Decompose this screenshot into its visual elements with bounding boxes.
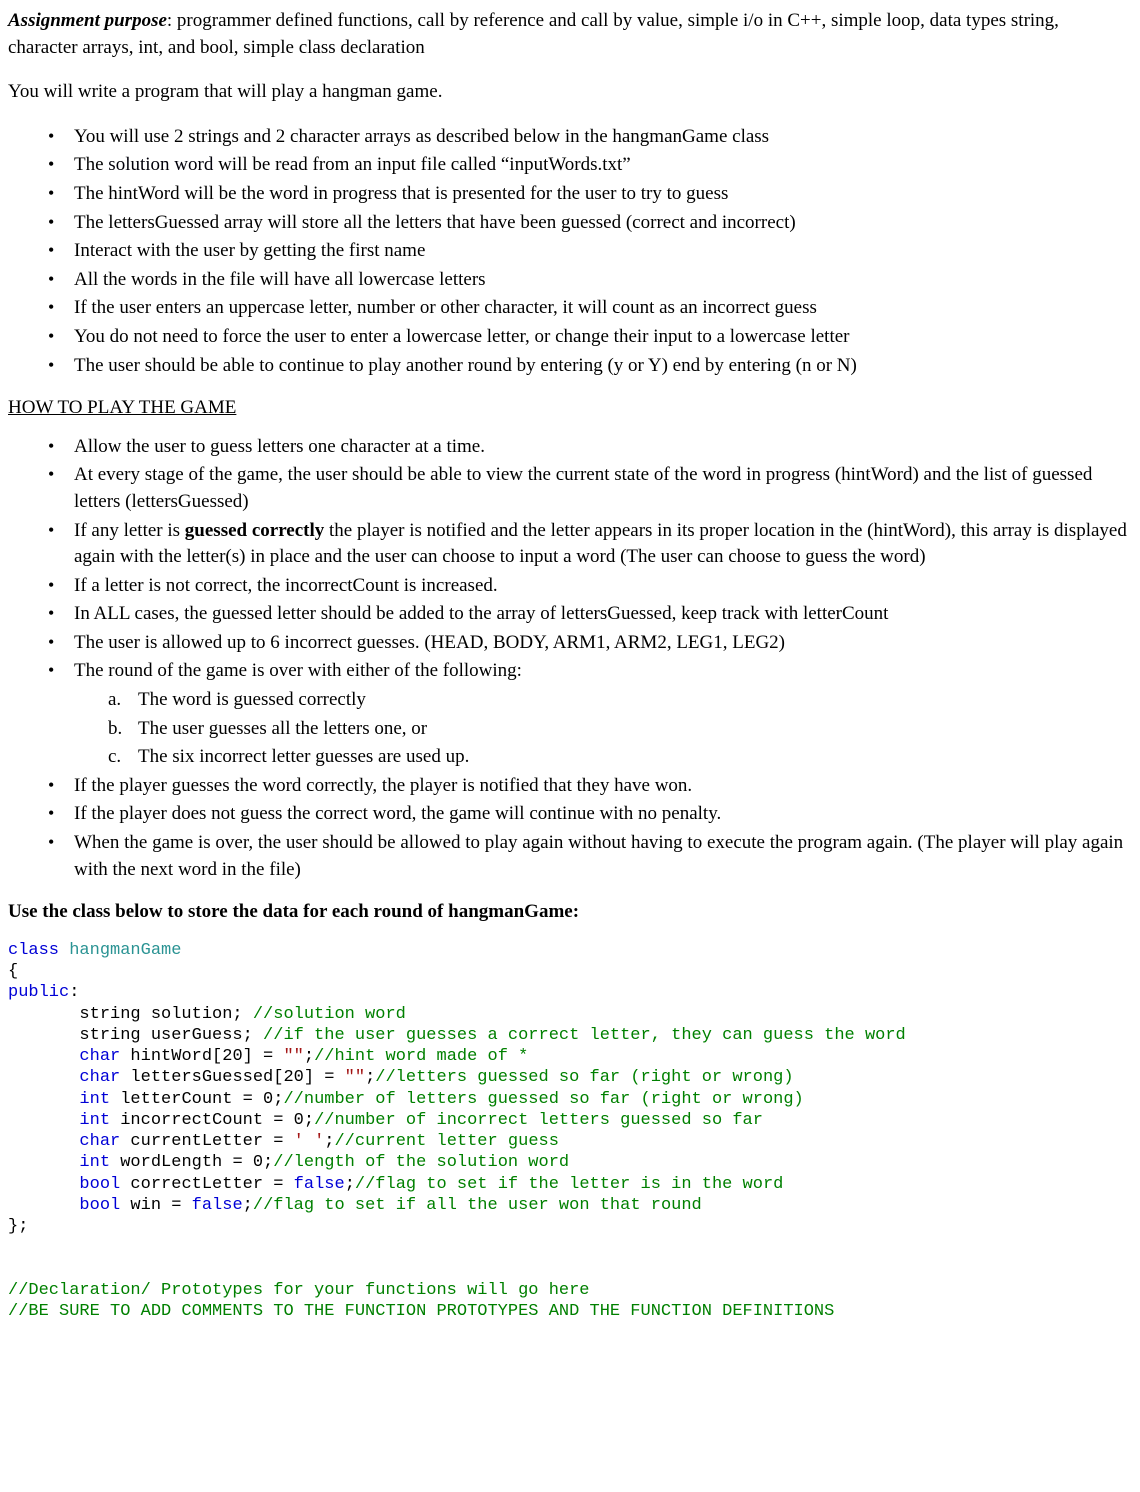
how-to-play-heading: HOW TO PLAY THE GAME (8, 395, 1132, 422)
list-item: If the player guesses the word correctly… (74, 773, 1132, 800)
list-item: The lettersGuessed array will store all … (74, 210, 1132, 237)
list-item: b.The user guesses all the letters one, … (138, 716, 1132, 743)
guessed-correctly-bold: guessed correctly (185, 520, 324, 541)
list-item: Interact with the user by getting the fi… (74, 238, 1132, 265)
list-item: All the words in the file will have all … (74, 267, 1132, 294)
use-class-note: Use the class below to store the data fo… (8, 899, 1132, 926)
requirements-list: You will use 2 strings and 2 character a… (8, 124, 1132, 379)
list-item: Allow the user to guess letters one char… (74, 434, 1132, 461)
gameplay-list: Allow the user to guess letters one char… (8, 434, 1132, 884)
list-item: The hintWord will be the word in progres… (74, 181, 1132, 208)
lead-paragraph: You will write a program that will play … (8, 79, 1132, 106)
intro-label: Assignment purpose (8, 10, 167, 31)
list-item: In ALL cases, the guessed letter should … (74, 601, 1132, 628)
solution-word-colored: solution word (108, 154, 213, 175)
list-item: If the user enters an uppercase letter, … (74, 295, 1132, 322)
list-item: The solution word will be read from an i… (74, 152, 1132, 179)
list-item: The user should be able to continue to p… (74, 353, 1132, 380)
list-item: You will use 2 strings and 2 character a… (74, 124, 1132, 151)
list-item: a.The word is guessed correctly (138, 687, 1132, 714)
intro-paragraph: Assignment purpose: programmer defined f… (8, 8, 1132, 61)
round-over-sublist: a.The word is guessed correctly b.The us… (74, 687, 1132, 771)
code-block: class hangmanGame { public: string solut… (8, 940, 1132, 1323)
list-item: When the game is over, the user should b… (74, 830, 1132, 883)
list-item: If a letter is not correct, the incorrec… (74, 573, 1132, 600)
list-item: The user is allowed up to 6 incorrect gu… (74, 630, 1132, 657)
list-item: You do not need to force the user to ent… (74, 324, 1132, 351)
list-item: If the player does not guess the correct… (74, 801, 1132, 828)
list-item: At every stage of the game, the user sho… (74, 462, 1132, 515)
list-item: c.The six incorrect letter guesses are u… (138, 744, 1132, 771)
list-item: The round of the game is over with eithe… (74, 658, 1132, 770)
list-item: If any letter is guessed correctly the p… (74, 518, 1132, 571)
